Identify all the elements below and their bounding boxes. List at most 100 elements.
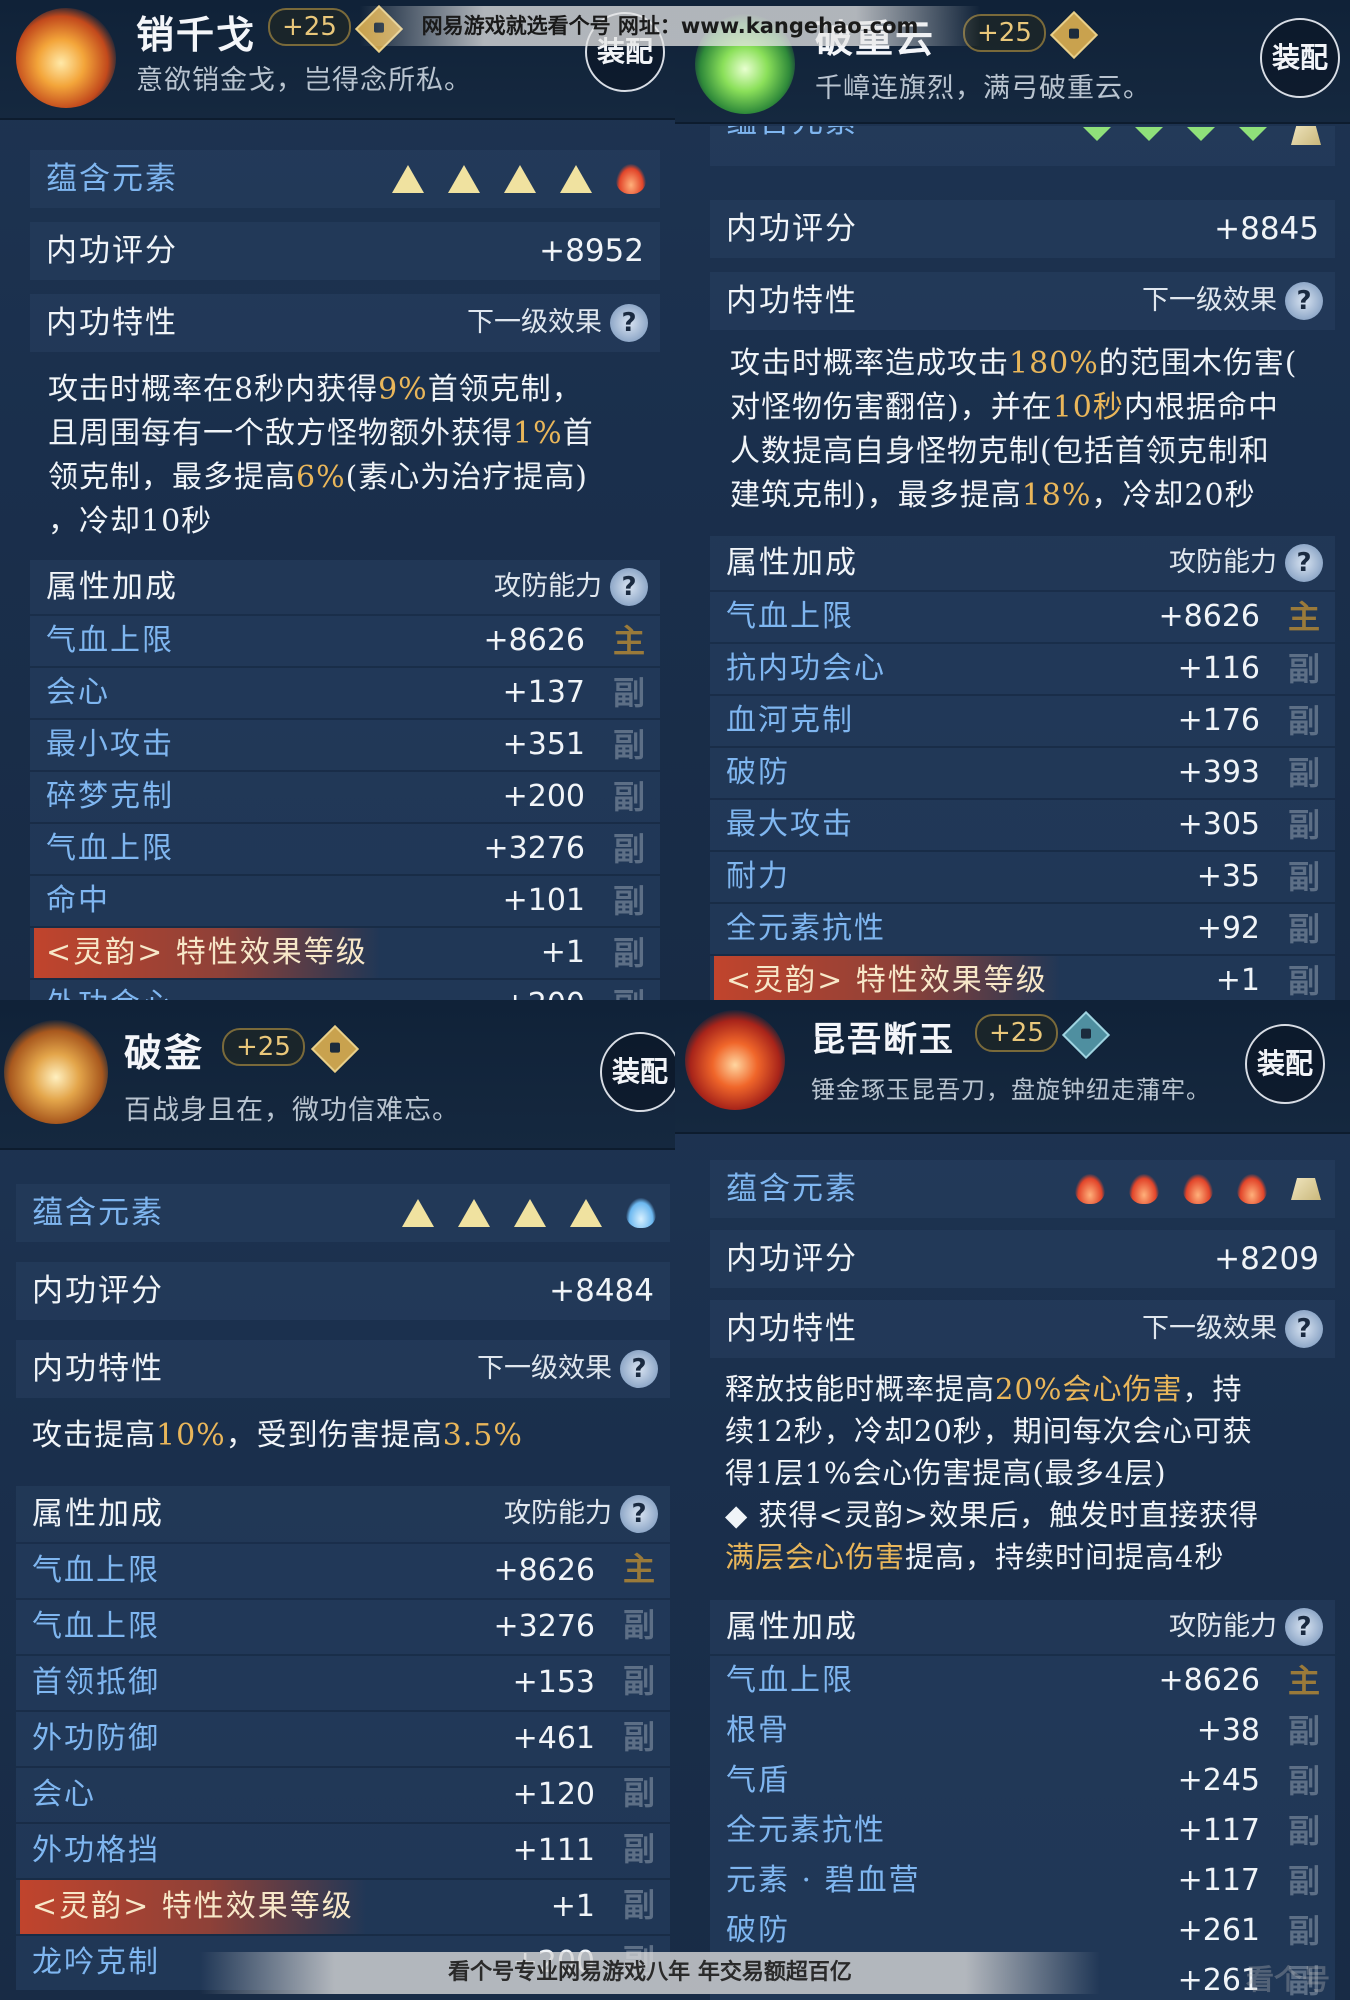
help-icon[interactable]: ? (610, 568, 648, 606)
trait-text: 攻击时概率在8秒内获得 (48, 372, 379, 407)
attr-row: 会心 +137 副 (30, 668, 660, 718)
trait-text: 提高，持续时间提高4秒 (905, 1540, 1225, 1574)
attr-value: +393 (1177, 755, 1260, 790)
attr-name: 血河克制 (726, 703, 854, 738)
lock-icon[interactable] (1061, 1010, 1111, 1060)
attr-sub-tag: 副 (1287, 806, 1320, 844)
attr-value: +305 (1177, 807, 1260, 842)
attr-name: 会心 (32, 1777, 96, 1812)
trait-text: ，冷却20秒 (1091, 478, 1256, 513)
attr-value: +3276 (493, 1609, 595, 1644)
attr-name: 耐力 (726, 859, 790, 894)
attr-sub-tag: 副 (1287, 1912, 1320, 1950)
trait-label: 内功特性 (726, 1311, 858, 1347)
trait-text: 领克制，最多提高 (48, 460, 296, 495)
help-icon[interactable]: ? (620, 1350, 658, 1388)
attr-sub-tag: 副 (622, 1830, 655, 1868)
weapon-name: 破釜 (124, 1030, 205, 1075)
attr-sub-tag: 副 (622, 1606, 655, 1644)
trait-text: ，冷却10秒 (48, 504, 213, 539)
lock-icon[interactable] (1049, 10, 1099, 60)
trait-text: 释放技能时概率提高 (725, 1372, 996, 1406)
attr-sub-tag: 副 (1287, 754, 1320, 792)
attack-defense-label: 攻防能力 (1169, 1611, 1277, 1642)
equip-button[interactable]: 装配 (1260, 18, 1340, 98)
help-icon[interactable]: ? (1285, 1608, 1323, 1646)
trait-text: 人数提高自身怪物克制(包括首领克制和 (730, 434, 1270, 469)
attr-value: +245 (1177, 1763, 1260, 1798)
attr-name: 碎梦克制 (46, 779, 174, 814)
attr-header-row: 属性加成 攻防能力 ? (30, 560, 660, 614)
panel-kunwuduanyu: 昆吾断玉 +25 锤金琢玉昆吾刀，盘旋钟纽走蒲牢。 装配 蕴含元素 内功评分 +… (675, 1000, 1350, 2000)
attr-name: 气血上限 (726, 1663, 854, 1698)
attr-sub-tag: 副 (1287, 1862, 1320, 1900)
score-row: 内功评分 +8845 (710, 200, 1335, 258)
attr-label: 属性加成 (726, 545, 858, 581)
fire-element-icon (616, 164, 646, 194)
wood-element-icon (1187, 127, 1215, 141)
score-row: 内功评分 +8484 (16, 1262, 670, 1320)
attr-name: 外功会心 (46, 980, 174, 1000)
attr-row: 气血上限 +3276 副 (16, 1600, 670, 1654)
equip-button[interactable]: 装配 (600, 1032, 675, 1112)
attr-row: 破防 +261 副 (710, 1906, 1335, 1956)
earth-element-icon (392, 165, 424, 193)
attr-row: 外功防御 +461 副 (16, 1712, 670, 1766)
lock-icon[interactable] (310, 1024, 360, 1074)
help-icon[interactable]: ? (1285, 544, 1323, 582)
wood-element-icon (1083, 127, 1111, 141)
help-icon[interactable]: ? (1285, 282, 1323, 320)
fire-element-icon (1129, 1174, 1159, 1204)
weapon-name: 销千戈 (136, 12, 257, 57)
earth-element-icon (458, 1199, 490, 1227)
attr-sub-tag: 副 (608, 984, 650, 1000)
score-label: 内功评分 (46, 233, 178, 269)
attr-header-row: 属性加成 攻防能力 ? (710, 1600, 1335, 1654)
earth-element-icon (402, 1199, 434, 1227)
attr-name: 外功格挡 (32, 1833, 160, 1868)
attr-name: 会心 (46, 675, 110, 710)
trait-highlight: 180% (1009, 346, 1099, 381)
attr-value: +200 (503, 980, 585, 1000)
trait-description: 攻击时概率造成攻击180%的范围木伤害( 对怪物伤害翻倍)，并在10秒内根据命中… (730, 342, 1340, 518)
attr-value: +137 (502, 675, 585, 710)
attack-defense-label: 攻防能力 (1169, 547, 1277, 578)
attr-sub-tag: 副 (622, 1886, 655, 1924)
wood-element-icon (1239, 127, 1267, 141)
attr-row: 外功会心 +200 副 (30, 980, 660, 1000)
panel-header: 破釜 +25 百战身且在，微功信难忘。 装配 (0, 1000, 675, 1150)
attr-sub-tag: 副 (622, 1718, 655, 1756)
attr-value: +8626 (1158, 599, 1260, 634)
attr-row: 气血上限 +8626 主 (16, 1544, 670, 1598)
attr-row: 首领抵御 +153 副 (16, 1656, 670, 1710)
panel-pochongyun: 破重云 +25 千嶂连旗烈，满弓破重云。 装配 蕴含元素 内功评分 +8845 … (675, 0, 1350, 1000)
attr-value: +101 (502, 883, 585, 918)
help-icon[interactable]: ? (620, 1495, 658, 1533)
trait-highlight: 10秒 (1052, 390, 1124, 425)
attr-sub-tag: 副 (1287, 1712, 1320, 1750)
help-icon[interactable]: ? (610, 304, 648, 342)
attr-value: +116 (1177, 651, 1260, 686)
score-label: 内功评分 (32, 1273, 164, 1309)
attr-label: 属性加成 (32, 1496, 164, 1532)
attr-name: 气血上限 (32, 1553, 160, 1588)
equip-button[interactable]: 装配 (1245, 1024, 1325, 1104)
trait-text: 攻击时概率造成攻击 (730, 346, 1009, 381)
attr-name: 气血上限 (46, 623, 174, 658)
lingyun-label: <灵韵> 特性效果等级 (714, 956, 1060, 1000)
score-label: 内功评分 (726, 211, 858, 247)
attr-row: 全元素抗性 +92 副 (710, 904, 1335, 954)
help-icon[interactable]: ? (1285, 1310, 1323, 1348)
score-value: +8209 (1214, 1241, 1319, 1277)
attr-row: 全元素抗性 +117 副 (710, 1806, 1335, 1856)
earth-element-icon (448, 165, 480, 193)
weapon-fire-icon (16, 8, 116, 108)
attr-name: 全元素抗性 (726, 1813, 886, 1848)
weapon-level: +25 (222, 1028, 305, 1066)
attr-sub-tag: 副 (1287, 1812, 1320, 1850)
attr-value: +111 (512, 1833, 595, 1868)
trait-highlight: 满层会心伤害 (725, 1540, 906, 1574)
attr-row: 气血上限 +8626 主 (30, 616, 660, 666)
attr-name: 根骨 (726, 1713, 790, 1748)
next-level-label: 下一级效果 (1142, 1313, 1277, 1344)
